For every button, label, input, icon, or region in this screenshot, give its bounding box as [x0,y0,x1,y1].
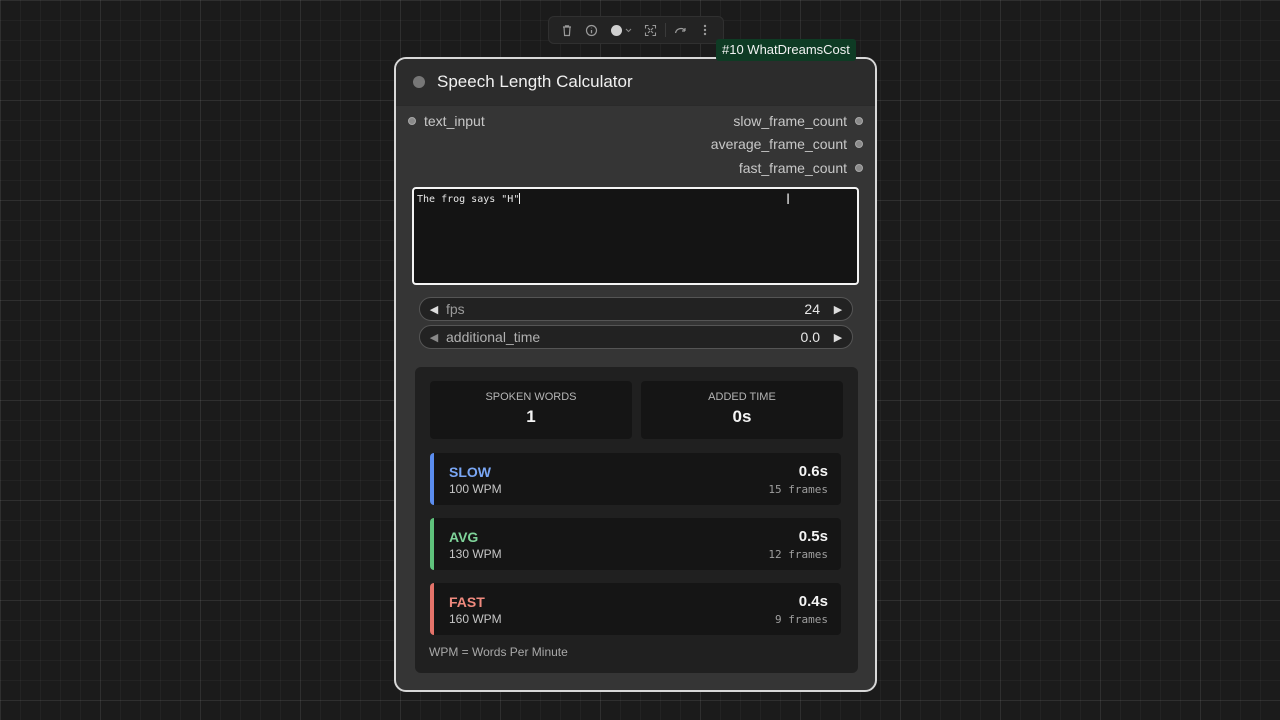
speed-frames: 15 frames [768,483,828,496]
node-header[interactable]: Speech Length Calculator [396,59,875,106]
color-dot-icon [610,24,622,36]
textarea-value: The frog says "H" [417,194,520,205]
output-slot-fast-frame-count[interactable]: fast_frame_count [739,160,863,176]
text-cursor-icon: I [786,192,791,208]
speed-wpm: 130 WPM [449,547,502,561]
speed-frames: 12 frames [768,548,828,561]
output-slot-dot-icon[interactable] [855,117,863,125]
additional-time-label: additional_time [446,329,541,345]
trash-icon[interactable] [557,20,577,40]
fps-value: 24 [804,301,820,317]
results-panel: SPOKEN WORDS 1 ADDED TIME 0s SLOW 100 WP… [415,367,858,673]
fps-widget[interactable]: ◀ fps 24 ▶ [419,297,853,321]
toolbar-divider [664,23,666,37]
speed-row-fast: FAST 160 WPM 0.4s 9 frames [430,583,841,635]
additional-time-value: 0.0 [800,329,820,345]
output-slot-dot-icon[interactable] [855,140,863,148]
speed-frames: 9 frames [775,613,828,626]
text-input-textarea[interactable]: The frog says "H" I [412,187,859,285]
added-time-card: ADDED TIME 0s [641,381,843,439]
more-icon[interactable] [695,20,715,40]
increment-arrow-icon[interactable]: ▶ [832,303,844,316]
node-id-badge: #10 WhatDreamsCost [716,39,856,61]
output-slot-label: slow_frame_count [733,113,847,129]
input-slot-text-input[interactable]: text_input [408,113,485,129]
added-time-value: 0s [732,407,752,426]
output-slot-dot-icon[interactable] [855,164,863,172]
collapse-dot-icon[interactable] [413,76,425,88]
fps-label: fps [446,301,465,317]
spoken-words-card: SPOKEN WORDS 1 [430,381,632,439]
additional-time-widget[interactable]: ◀ additional_time 0.0 ▶ [419,325,853,349]
chevron-down-icon [625,28,631,32]
bypass-icon[interactable] [670,20,690,40]
added-time-label: ADDED TIME [708,391,776,403]
speed-time: 0.4s [798,593,828,610]
speed-row-avg: AVG 130 WPM 0.5s 12 frames [430,518,841,570]
info-icon[interactable] [582,20,602,40]
color-picker-button[interactable] [606,20,636,40]
output-slot-label: average_frame_count [710,136,847,152]
decrement-arrow-icon[interactable]: ◀ [428,331,440,344]
speed-row-slow: SLOW 100 WPM 0.6s 15 frames [430,453,841,505]
node-slots: text_input slow_frame_count average_fram… [396,106,875,196]
node-title: Speech Length Calculator [437,72,633,91]
output-slot-average-frame-count[interactable]: average_frame_count [711,136,863,152]
decrement-arrow-icon[interactable]: ◀ [428,303,440,316]
text-caret [519,193,521,204]
spoken-words-label: SPOKEN WORDS [485,391,577,403]
speed-wpm: 160 WPM [449,612,502,626]
speed-time: 0.6s [798,463,828,480]
wpm-footnote: WPM = Words Per Minute [429,645,568,659]
speed-name: FAST [449,594,485,610]
output-slot-label: fast_frame_count [738,160,847,176]
input-slot-dot-icon[interactable] [408,117,416,125]
output-slot-slow-frame-count[interactable]: slow_frame_count [733,113,863,129]
speed-time: 0.5s [798,528,828,545]
node-toolbar [548,16,724,44]
fit-view-icon[interactable] [640,20,660,40]
input-slot-label: text_input [424,113,485,129]
speed-wpm: 100 WPM [449,482,502,496]
speech-length-calculator-node[interactable]: Speech Length Calculator text_input slow… [394,57,877,692]
speed-name: SLOW [449,464,491,480]
increment-arrow-icon[interactable]: ▶ [832,331,844,344]
spoken-words-value: 1 [526,407,536,426]
speed-name: AVG [449,529,479,545]
